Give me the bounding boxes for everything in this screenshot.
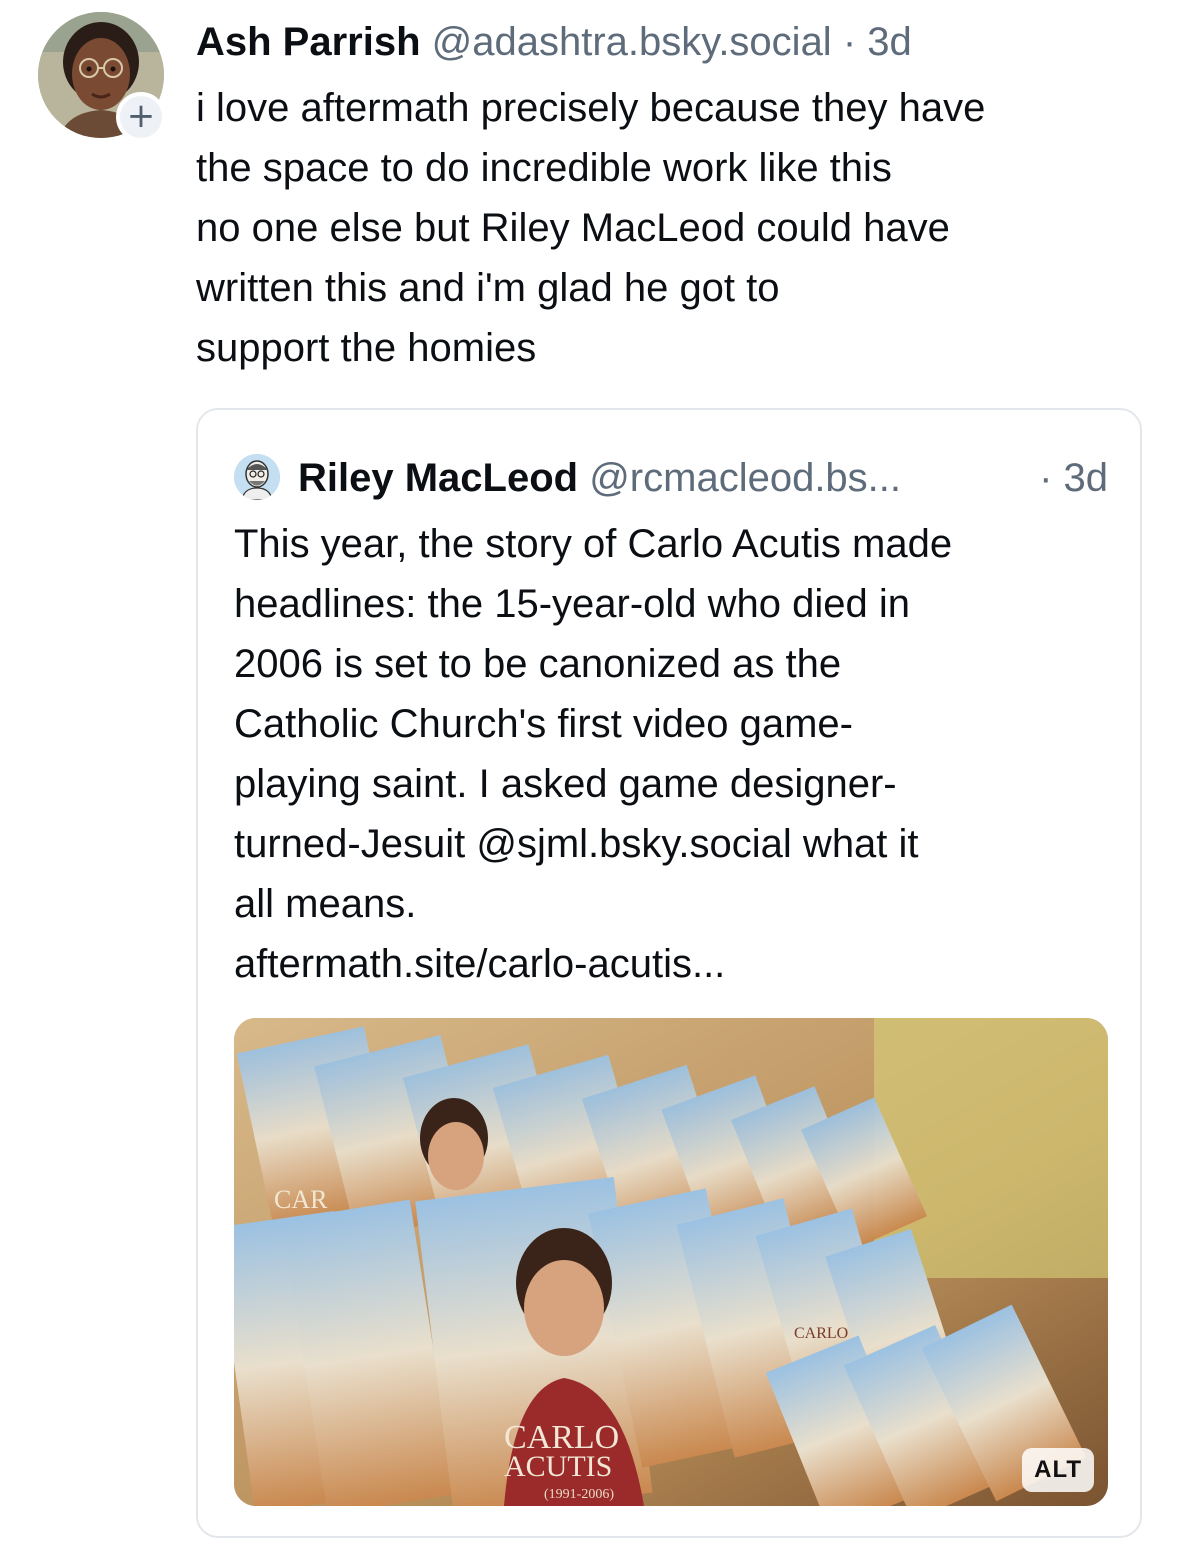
post-header: Ash Parrish @adashtra.bsky.social · 3d [196, 16, 912, 68]
post-text: i love aftermath precisely because they … [196, 78, 1156, 378]
post-text-line: the space to do incredible work like thi… [196, 146, 892, 190]
quoted-author-handle[interactable]: @rcmacleod.bs... [589, 456, 901, 500]
card-years-text: (1991-2006) [544, 1487, 614, 1502]
link-text[interactable]: aftermath.site/carlo-acutis... [234, 934, 1114, 994]
separator-dot: · [842, 20, 857, 64]
card-partial-text: CAR [274, 1185, 328, 1214]
quoted-post-image[interactable]: CARLO ACUTIS (1991-2006) CAR CARLO ALT [234, 1018, 1108, 1506]
follow-button[interactable]: + [116, 92, 166, 142]
quoted-post[interactable]: Riley MacLeod @rcmacleod.bs... · 3d This… [196, 408, 1142, 1538]
post-text-line: support the homies [196, 326, 537, 370]
card-small-text: CARLO [794, 1325, 848, 1342]
post-text-line: written this and i'm glad he got to [196, 266, 780, 310]
quoted-post-text: This year, the story of Carlo Acutis mad… [234, 514, 1114, 994]
post-text-line: no one else but Riley MacLeod could have [196, 206, 950, 250]
quoted-text-line: turned-Jesuit @sjml.bsky.social what it [234, 822, 919, 866]
author-avatar-wrap[interactable]: + [38, 12, 166, 142]
quoted-text-line: 2006 is set to be canonized as the [234, 642, 842, 686]
alt-text-button[interactable]: ALT [1022, 1448, 1094, 1492]
post-time[interactable]: 3d [867, 20, 912, 64]
quoted-text-line: playing saint. I asked game designer- [234, 762, 897, 806]
quoted-text-line: This year, the story of Carlo Acutis mad… [234, 522, 953, 566]
quoted-text-line: Catholic Church's first video game- [234, 702, 853, 746]
quoted-post-time[interactable]: · 3d [1039, 452, 1108, 504]
author-name[interactable]: Ash Parrish [196, 20, 421, 64]
quoted-author-avatar[interactable] [234, 454, 280, 500]
quoted-author-name[interactable]: Riley MacLeod [298, 456, 578, 500]
card-subtitle-text: ACUTIS [504, 1450, 612, 1483]
quoted-post-header: Riley MacLeod @rcmacleod.bs... · 3d [298, 452, 1108, 504]
post-text-line: i love aftermath precisely because they … [196, 86, 986, 130]
quoted-text-line: all means. [234, 882, 417, 926]
author-handle[interactable]: @adashtra.bsky.social [432, 20, 832, 64]
quoted-text-line: headlines: the 15-year-old who died in [234, 582, 910, 626]
